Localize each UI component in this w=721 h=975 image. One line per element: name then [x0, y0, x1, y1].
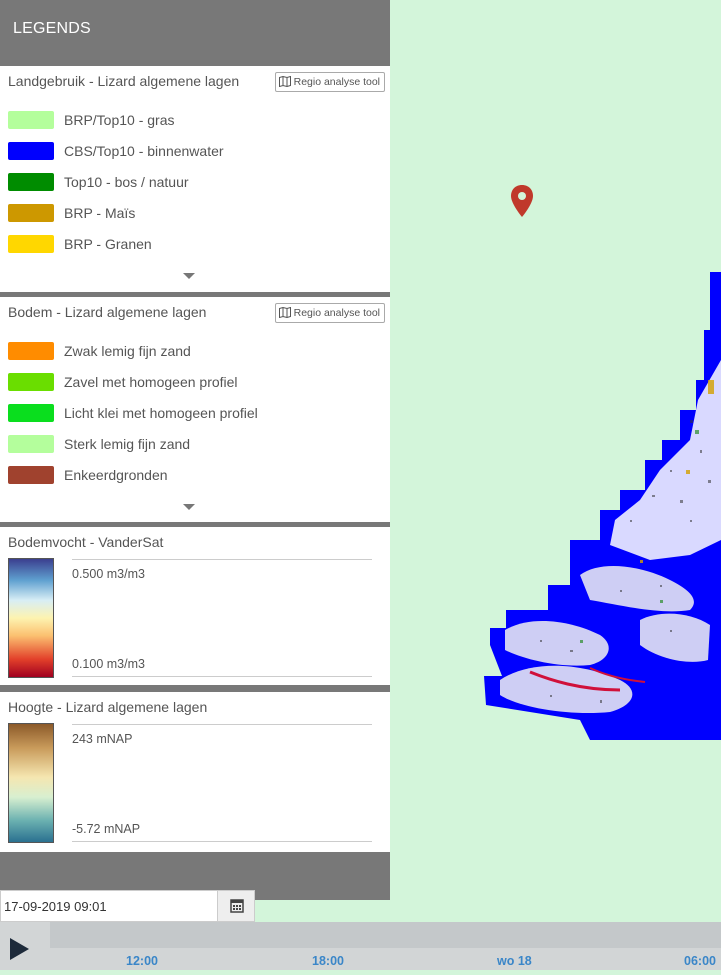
ramp-max-label: 0.500 m3/m3 [72, 567, 145, 581]
color-swatch [8, 235, 54, 253]
timeline-track[interactable] [50, 922, 721, 948]
legend-section-hoogte: Hoogte - Lizard algemene lagen 243 mNAP … [0, 692, 390, 852]
divider [72, 841, 372, 842]
regio-analyse-tool-button[interactable]: Regio analyse tool [274, 303, 385, 323]
section-title: Bodemvocht - VanderSat [8, 534, 164, 550]
timeline-tick-label: 12:00 [126, 954, 158, 968]
map-view[interactable] [390, 0, 721, 922]
ramp-max-label: 243 mNAP [72, 732, 133, 746]
color-swatch [8, 111, 54, 129]
calendar-button[interactable] [217, 891, 254, 921]
datetime-picker [0, 890, 255, 922]
legend-section-landgebruik: Landgebruik - Lizard algemene lagen Regi… [0, 66, 390, 292]
ramp-min-label: 0.100 m3/m3 [72, 657, 145, 671]
legend-section-bodemvocht: Bodemvocht - VanderSat 0.500 m3/m3 0.100… [0, 527, 390, 685]
map-icon [278, 306, 291, 319]
timeline-tick-label: 18:00 [312, 954, 344, 968]
calendar-icon [230, 899, 244, 913]
ramp-min-label: -5.72 mNAP [72, 822, 141, 836]
color-ramp [8, 723, 54, 843]
map-raster-layer [484, 272, 721, 740]
play-button[interactable] [0, 922, 50, 970]
divider [72, 724, 372, 725]
map-marker-icon[interactable] [510, 185, 534, 219]
expand-caret-icon[interactable] [183, 273, 195, 279]
color-swatch [8, 173, 54, 191]
section-title: Hoogte - Lizard algemene lagen [8, 699, 208, 715]
divider [72, 559, 372, 560]
timeline-tick-label: 06:00 [684, 954, 716, 968]
expand-caret-icon[interactable] [183, 504, 195, 510]
legend-panel: LEGENDS Landgebruik - Lizard algemene la… [0, 0, 390, 900]
divider [72, 676, 372, 677]
color-ramp [8, 558, 54, 678]
color-swatch [8, 342, 54, 360]
map-icon [278, 75, 291, 88]
color-swatch [8, 142, 54, 160]
color-swatch [8, 435, 54, 453]
color-swatch [8, 373, 54, 391]
regio-analyse-tool-button[interactable]: Regio analyse tool [274, 72, 385, 92]
section-title: Landgebruik - Lizard algemene lagen [8, 73, 240, 89]
legend-panel-title: LEGENDS [0, 0, 390, 64]
section-title: Bodem - Lizard algemene lagen [8, 304, 207, 320]
color-swatch [8, 404, 54, 422]
datetime-input[interactable] [1, 891, 217, 921]
color-swatch [8, 204, 54, 222]
play-icon [10, 938, 29, 960]
legend-section-bodem: Bodem - Lizard algemene lagen Regio anal… [0, 297, 390, 522]
timeline[interactable]: 12:00 18:00 wo 18 06:00 [0, 922, 721, 970]
color-swatch [8, 466, 54, 484]
timeline-tick-label: wo 18 [497, 954, 532, 968]
